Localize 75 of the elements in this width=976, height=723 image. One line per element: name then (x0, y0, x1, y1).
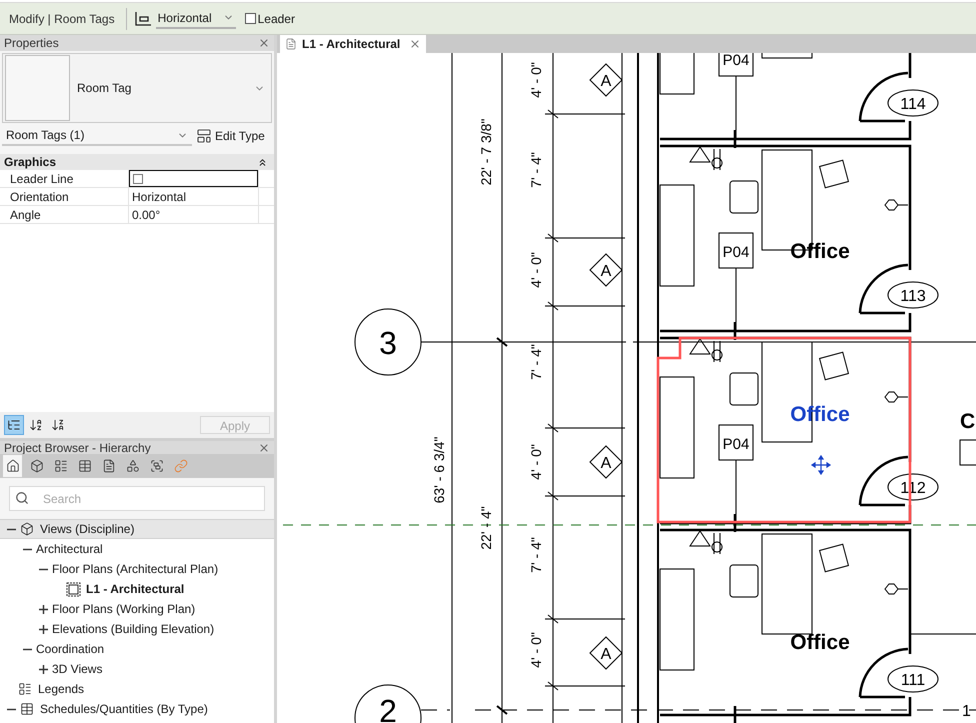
property-name: Leader Line (9, 171, 74, 187)
tree-item[interactable]: Legends (0, 679, 274, 699)
panel-title: Properties (4, 35, 59, 52)
dimension-text[interactable]: 4' - 0" (528, 632, 544, 668)
type-tag (960, 440, 976, 466)
view-tab[interactable]: L1 - Architectural (280, 35, 426, 53)
tag-orientation-icon (134, 10, 152, 26)
type-tag: P04 (718, 424, 754, 460)
home-icon[interactable] (3, 455, 22, 477)
edit-type-button[interactable]: Edit Type (196, 127, 265, 145)
tree-item[interactable]: Floor Plans (Working Plan) (0, 599, 274, 619)
property-name: Orientation (9, 189, 70, 205)
type-tag: P04 (718, 232, 754, 268)
type-preview (5, 55, 70, 121)
checkbox[interactable] (133, 174, 143, 184)
tree-item[interactable]: Coordination (0, 639, 274, 659)
type-selector[interactable]: Room Tag (2, 53, 272, 123)
room-number-tag: 1 (962, 703, 971, 720)
edit-type-icon (196, 128, 212, 144)
leader-checkbox-label[interactable]: Leader (244, 10, 295, 28)
orientation-dropdown[interactable]: Horizontal (156, 8, 236, 28)
elevation-tag: A (589, 253, 623, 287)
expand-icon[interactable] (39, 624, 48, 634)
dimension-text[interactable]: 4' - 0" (528, 444, 544, 480)
elevation-tag: A (589, 63, 623, 97)
search-field[interactable]: Search (9, 486, 265, 511)
room-number-tag[interactable]: 111 (888, 666, 938, 692)
legend-icon (18, 682, 32, 696)
close-icon[interactable] (258, 442, 270, 454)
grid-bubble[interactable]: 3 (354, 308, 422, 376)
categorize-icon[interactable] (4, 415, 24, 435)
room-number-tag[interactable]: 113 (888, 282, 938, 308)
tree-item[interactable]: Elevations (Building Elevation) (0, 619, 274, 639)
type-tag: P04 (718, 53, 754, 76)
dimension-text[interactable]: 22' - 7 3/8" (478, 118, 494, 186)
tree-item[interactable]: Architectural (0, 539, 274, 559)
search-icon (15, 491, 29, 505)
collapse-icon[interactable] (257, 156, 268, 168)
tree-item[interactable]: Schedules/Quantities (By Type) (0, 699, 274, 719)
expand-icon[interactable] (39, 604, 48, 614)
context-label: Modify | Room Tags (8, 10, 116, 28)
dimension-text[interactable]: 7' - 4" (528, 152, 544, 188)
room-name[interactable]: C (960, 410, 976, 433)
property-value[interactable]: Horizontal (129, 188, 186, 206)
property-field[interactable] (129, 170, 258, 187)
dimension-text[interactable]: 4' - 0" (528, 252, 544, 288)
plan-view-icon (66, 582, 81, 596)
expand-icon[interactable] (39, 664, 48, 674)
close-icon[interactable] (409, 38, 421, 50)
room-name[interactable]: Office (790, 240, 850, 263)
dimension-text[interactable]: 7' - 4" (528, 344, 544, 380)
view-cube-icon (20, 522, 34, 536)
property-value[interactable]: 0.00° (129, 206, 160, 224)
group-header: Graphics (4, 154, 56, 171)
panel-title: Project Browser - Hierarchy (4, 440, 151, 456)
move-icon[interactable] (810, 454, 832, 476)
view-icon (285, 38, 297, 50)
dimension-text[interactable]: 22' - 4" (478, 506, 494, 550)
close-icon[interactable] (258, 37, 270, 49)
elevation-tag: A (589, 636, 623, 670)
elevation-tag: A (589, 445, 623, 479)
dimension-text[interactable]: 4' - 0" (528, 62, 544, 98)
tree-item[interactable]: 3D Views (0, 659, 274, 679)
tree-item[interactable]: L1 - Architectural (0, 579, 274, 599)
tree-item[interactable]: Views (Discipline) (0, 519, 274, 539)
checkbox[interactable] (244, 13, 256, 24)
dimension-text[interactable]: 63' - 6 3/4" (431, 436, 447, 504)
dimension-text[interactable]: 7' - 4" (528, 537, 544, 573)
room-name[interactable]: Office (790, 631, 850, 654)
instance-selector[interactable]: Room Tags (1) (2, 126, 192, 146)
room-number-tag[interactable]: 114 (888, 90, 938, 116)
tree-item[interactable]: Floor Plans (Architectural Plan) (0, 559, 274, 579)
grid-bubble[interactable]: 2 (354, 684, 422, 723)
property-name: Angle (9, 207, 42, 223)
schedule-icon (20, 702, 34, 716)
